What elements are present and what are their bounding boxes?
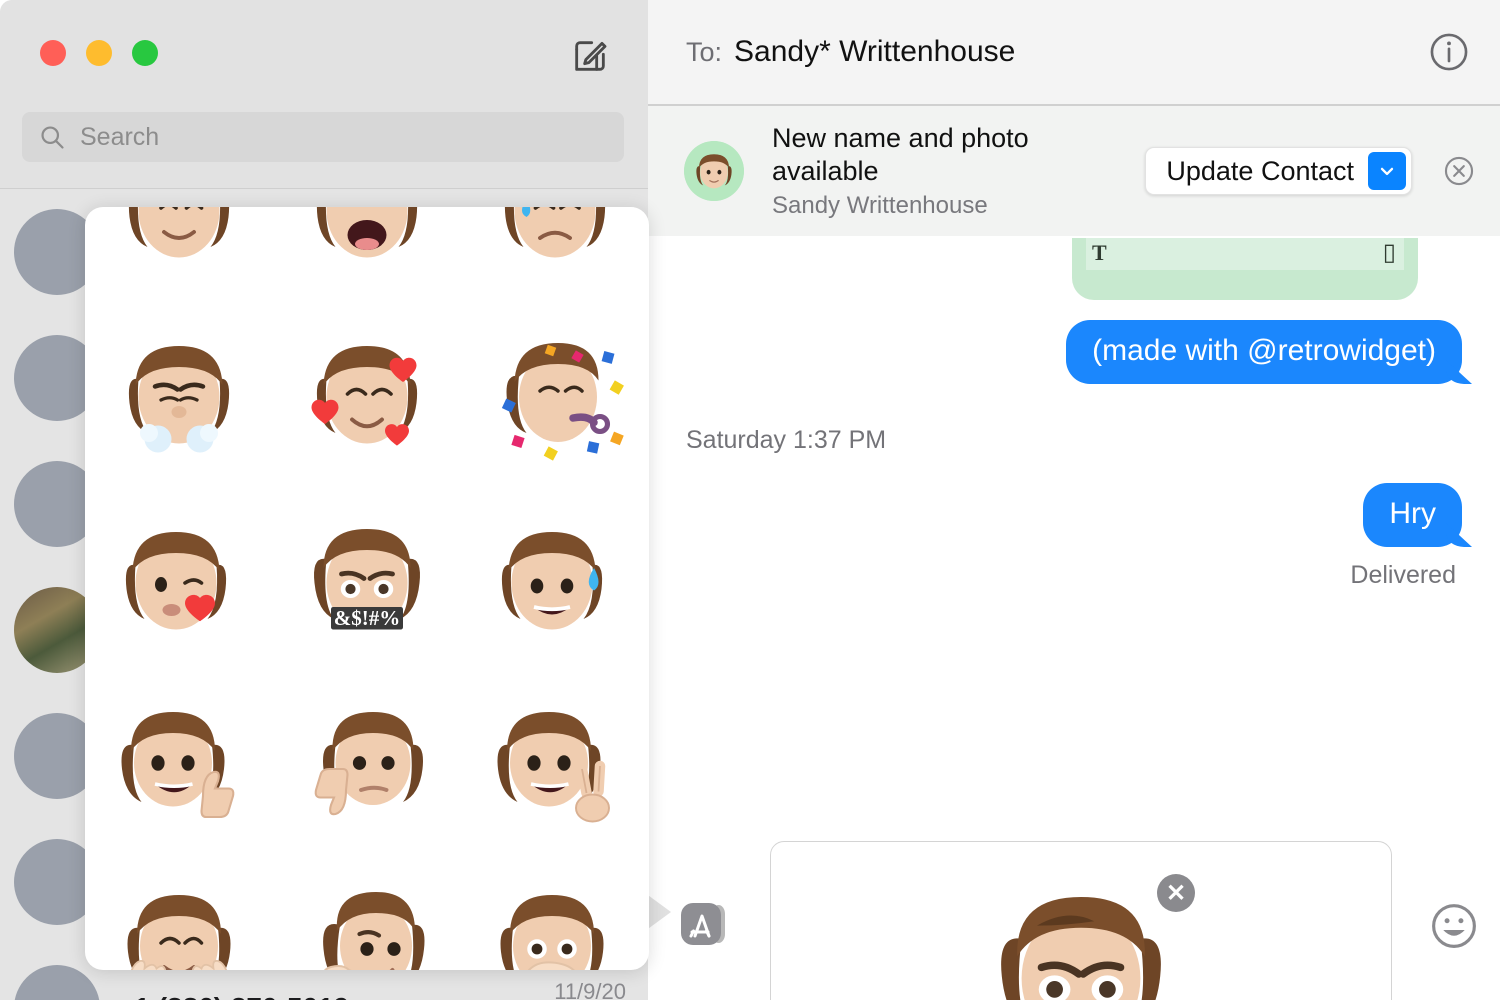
sticker-item[interactable] bbox=[89, 490, 269, 670]
sticker-item[interactable] bbox=[465, 207, 645, 298]
message-timestamp: Saturday 1:37 PM bbox=[686, 426, 887, 454]
banner-title: New name and photo available bbox=[772, 122, 1029, 186]
maximize-window-button[interactable] bbox=[132, 40, 158, 66]
close-icon: ✕ bbox=[1165, 879, 1187, 907]
minimize-window-button[interactable] bbox=[86, 40, 112, 66]
close-window-button[interactable] bbox=[40, 40, 66, 66]
sticker-item[interactable] bbox=[465, 676, 645, 856]
memoji-hands-on-cheeks-icon bbox=[127, 895, 231, 970]
sticker-item[interactable] bbox=[277, 207, 457, 298]
memoji-thumbs-up-icon bbox=[121, 712, 235, 819]
memoji-laughing-icon bbox=[316, 207, 418, 258]
memoji-kiss-heart-icon bbox=[125, 532, 227, 630]
sticker-item[interactable] bbox=[465, 304, 645, 484]
sticker-item[interactable] bbox=[89, 304, 269, 484]
memoji-smile-closed-eyes-icon bbox=[128, 207, 230, 258]
memoji-hand-over-mouth-icon bbox=[500, 895, 604, 970]
green-bubble-glyph-left: T bbox=[1092, 240, 1107, 265]
chevron-down-glyph bbox=[1380, 167, 1394, 176]
search-input[interactable]: Search bbox=[22, 112, 624, 162]
imessage-apps-button[interactable] bbox=[678, 898, 730, 950]
sticker-item[interactable] bbox=[277, 304, 457, 484]
sticker-item[interactable] bbox=[465, 862, 645, 970]
memoji-party-horn-icon bbox=[501, 343, 624, 461]
green-bubble-glyph-right: ▯ bbox=[1382, 239, 1396, 266]
message-thread[interactable]: T ▯ (made with @retrowidget) Saturday 1:… bbox=[648, 236, 1500, 1000]
conversation-header: To: Sandy* Writtenhouse bbox=[648, 0, 1500, 104]
avatar bbox=[684, 141, 744, 201]
memoji-cursing-censored-icon: &$!#% bbox=[314, 529, 420, 630]
sticker-item[interactable]: &$!#% bbox=[277, 490, 457, 670]
message-bubble-outgoing[interactable]: Hry bbox=[1363, 483, 1484, 547]
memoji-avatar-icon bbox=[684, 141, 744, 201]
to-label: To: bbox=[686, 36, 723, 67]
smiley-face-icon bbox=[1432, 904, 1476, 948]
memoji-sad-tear-icon bbox=[504, 207, 606, 258]
chevron-down-icon[interactable] bbox=[1368, 152, 1406, 190]
memoji-steam-nose-angry-icon bbox=[128, 346, 230, 453]
search-icon bbox=[41, 126, 64, 149]
sidebar-toolbar: Search bbox=[0, 0, 648, 188]
dismiss-banner-button[interactable] bbox=[1442, 154, 1476, 188]
memoji-fist-bump-icon bbox=[323, 892, 425, 970]
recipient-field[interactable]: Sandy* Writtenhouse bbox=[734, 35, 1015, 69]
sticker-item[interactable] bbox=[465, 490, 645, 670]
conversation-pane: To: Sandy* Writtenhouse New name and pho… bbox=[648, 0, 1500, 1000]
sticker-item[interactable] bbox=[277, 676, 457, 856]
memoji-sweat-smile-icon bbox=[501, 532, 603, 630]
update-contact-button[interactable]: Update Contact bbox=[1145, 147, 1412, 195]
memoji-thumbs-down-icon bbox=[314, 712, 423, 816]
conversation-name: +1 (386) 270-5019 bbox=[118, 992, 554, 1000]
compose-icon bbox=[575, 41, 607, 71]
emoji-picker-button[interactable] bbox=[1428, 900, 1480, 952]
censor-text: &$!#% bbox=[334, 606, 401, 630]
remove-attachment-button[interactable]: ✕ bbox=[1157, 874, 1195, 912]
memoji-peace-sign-icon bbox=[497, 712, 610, 823]
message-bubble-outgoing[interactable]: (made with @retrowidget) bbox=[1066, 320, 1484, 384]
banner-text-group: New name and photo available Sandy Writt… bbox=[772, 122, 1102, 221]
conversation-details-button[interactable] bbox=[1426, 29, 1472, 75]
app-store-icon bbox=[681, 903, 725, 945]
window-traffic-lights bbox=[40, 40, 158, 66]
info-icon bbox=[1430, 33, 1468, 71]
sticker-item[interactable] bbox=[89, 862, 269, 970]
message-bubble-green-partial[interactable]: T ▯ bbox=[1072, 238, 1418, 300]
close-circle-icon bbox=[1444, 156, 1474, 186]
avatar bbox=[14, 965, 100, 1000]
conversation-time: 11/9/20 bbox=[554, 979, 626, 1000]
delivery-status: Delivered bbox=[1350, 561, 1456, 589]
memoji-hearts-icon bbox=[311, 346, 418, 446]
sticker-item[interactable] bbox=[277, 862, 457, 970]
memoji-sticker-picker-popup[interactable]: &$!#% bbox=[85, 207, 649, 970]
sticker-compose-drop-area[interactable]: &$!#% ✕ Add comment or Send bbox=[770, 841, 1392, 1000]
contact-update-banner: New name and photo available Sandy Writt… bbox=[648, 106, 1500, 236]
messages-app-window: Search 673802 Yesterday bbox=[0, 0, 1500, 1000]
green-bubble-inner bbox=[1086, 238, 1404, 270]
sticker-item[interactable] bbox=[89, 676, 269, 856]
message-row: (made with @retrowidget) bbox=[648, 320, 1500, 384]
banner-subtitle: Sandy Writtenhouse bbox=[772, 192, 988, 220]
compose-new-message-button[interactable] bbox=[564, 30, 616, 82]
sticker-grid: &$!#% bbox=[85, 207, 649, 970]
update-contact-label: Update Contact bbox=[1166, 155, 1354, 186]
sticker-item[interactable] bbox=[89, 207, 269, 298]
search-placeholder: Search bbox=[80, 122, 160, 151]
message-row: Hry bbox=[648, 483, 1500, 547]
